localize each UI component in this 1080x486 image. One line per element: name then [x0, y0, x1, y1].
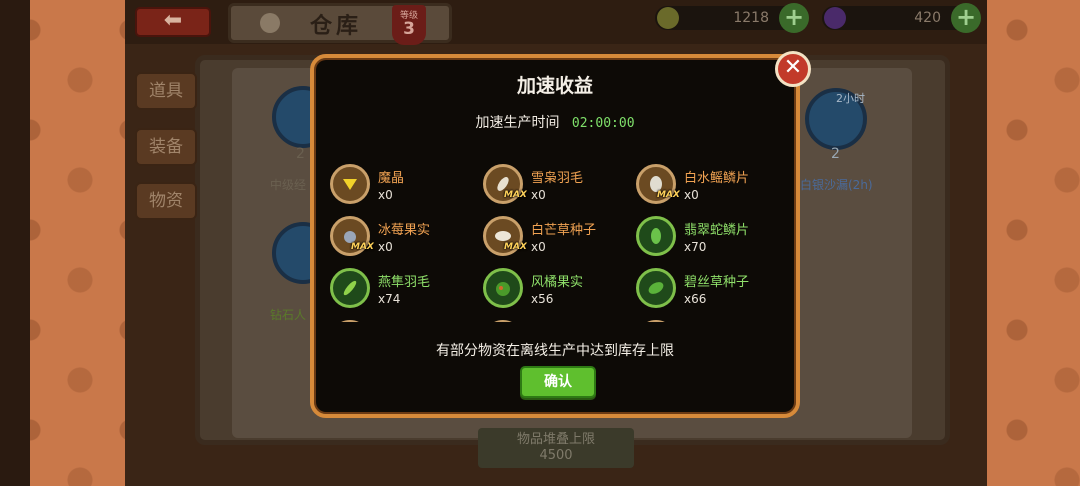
add-gem-button[interactable]: + [951, 3, 981, 33]
stack-limit-value: 4500 [539, 448, 573, 463]
max-tag: MAX [351, 242, 374, 252]
list-item: 碧丝草种子 x66 [632, 266, 782, 314]
item-name: 风橘果实 [531, 275, 584, 290]
add-gold-button[interactable]: + [779, 3, 809, 33]
seed-icon [636, 268, 676, 308]
list-item: MAX 冰莓果实 x0 [326, 214, 476, 262]
item-count: x0 [531, 240, 546, 254]
right-pattern-border [987, 0, 1080, 486]
speedup-time-value: 02:00:00 [571, 116, 635, 131]
max-tag: MAX [504, 242, 527, 252]
bg-slot-label: 白银沙漏(2h) [800, 178, 873, 192]
item-name: 白水鳐鳞片 [684, 171, 750, 186]
item-icon [636, 320, 676, 322]
close-button[interactable]: ✕ [775, 51, 811, 87]
capacity-notice: 有部分物资在离线生产中达到库存上限 [436, 343, 674, 359]
item-name: 雪枭羽毛 [531, 171, 584, 186]
stack-limit-plate: 物品堆叠上限 4500 [478, 428, 634, 468]
level-badge: 等级 3 [392, 5, 426, 45]
confirm-button[interactable]: 确认 [520, 366, 596, 398]
tab-equipment[interactable]: 装备 [135, 128, 197, 166]
item-count: x0 [378, 240, 393, 254]
item-name: 白芒草种子 [531, 223, 597, 238]
tab-materials[interactable]: 物资 [135, 182, 197, 220]
dialog-title: 加速收益 [516, 75, 593, 97]
bg-slot-time: 2小时 [836, 92, 865, 105]
gold-icon [657, 7, 679, 29]
list-item: 风橘果实 x56 [479, 266, 629, 314]
leaf-scale-icon [636, 216, 676, 256]
item-count: x0 [378, 188, 393, 202]
item-count: x70 [684, 240, 707, 254]
gem-icon [330, 164, 370, 204]
item-count: x56 [531, 292, 554, 306]
item-count: x0 [684, 188, 699, 202]
tab-items[interactable]: 道具 [135, 72, 197, 110]
arrow-left-icon: ⬅ [163, 8, 183, 33]
stack-limit-label: 物品堆叠上限 [516, 432, 595, 447]
list-item: 翡翠蛇鳞片 x70 [632, 214, 782, 262]
list-item: MAX 雪枭羽毛 x0 [479, 162, 629, 210]
level-value: 3 [403, 19, 415, 39]
list-item [479, 318, 629, 322]
speedup-dialog: 加速收益 加速生产时间 02:00:00 魔晶 x0 MAX 雪枭羽毛 x0 M… [310, 54, 800, 418]
item-name: 燕隼羽毛 [378, 275, 431, 290]
speedup-time-row: 加速生产时间 02:00:00 [314, 112, 796, 132]
list-item: MAX 白水鳐鳞片 x0 [632, 162, 782, 210]
item-count: x0 [531, 188, 546, 202]
item-name: 冰莓果实 [378, 223, 431, 238]
left-pattern-border [0, 0, 125, 486]
item-count: x66 [684, 292, 707, 306]
list-item: 魔晶 x0 [326, 162, 476, 210]
item-name: 魔晶 [378, 171, 405, 186]
warehouse-icon [260, 13, 280, 33]
gem-value: 420 [914, 10, 941, 26]
back-button[interactable]: ⬅ [135, 7, 211, 37]
list-item [632, 318, 782, 322]
speedup-time-label: 加速生产时间 [475, 115, 560, 131]
item-count: x74 [378, 292, 401, 306]
close-icon: ✕ [783, 55, 803, 80]
fruit-icon [483, 268, 523, 308]
bg-slot-count: 2 [831, 146, 840, 162]
gem-counter: 420 + [822, 3, 981, 33]
feather-icon [330, 268, 370, 308]
gold-value: 1218 [733, 10, 769, 26]
bg-slot-label: 中级经 [270, 178, 307, 192]
item-icon [483, 320, 523, 322]
item-name: 翡翠蛇鳞片 [684, 223, 750, 238]
reward-list[interactable]: 魔晶 x0 MAX 雪枭羽毛 x0 MAX 白水鳐鳞片 x0 MAX 冰莓果实 [326, 162, 786, 322]
item-icon [330, 320, 370, 322]
list-item: MAX 白芒草种子 x0 [479, 214, 629, 262]
page-title: 仓库 [310, 14, 363, 39]
item-name: 碧丝草种子 [684, 275, 750, 290]
gem-icon [824, 7, 846, 29]
list-item [326, 318, 476, 322]
max-tag: MAX [504, 190, 527, 200]
bg-slot-label: 钻石人 [270, 308, 307, 322]
max-tag: MAX [657, 190, 680, 200]
bg-slot-count: 2 [296, 146, 305, 162]
list-item: 燕隼羽毛 x74 [326, 266, 476, 314]
gold-counter: 1218 + [655, 3, 809, 33]
